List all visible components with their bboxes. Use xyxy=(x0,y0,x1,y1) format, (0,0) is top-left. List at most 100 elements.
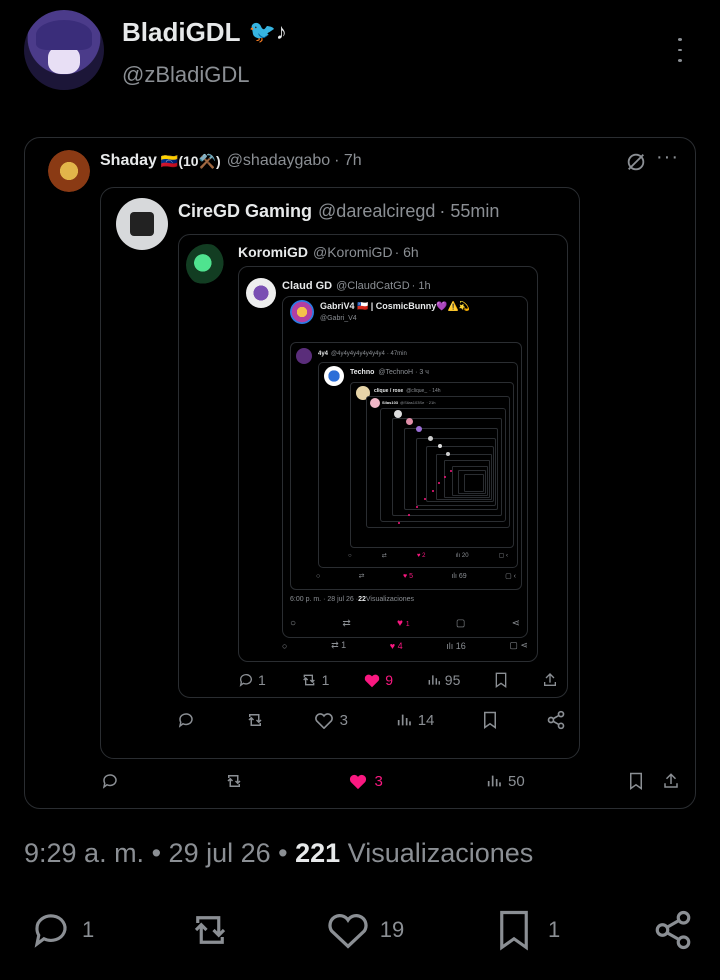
author-avatar[interactable] xyxy=(24,10,104,90)
heart-icon[interactable]: ♥ 4 xyxy=(390,641,403,651)
quote1-handle[interactable]: @shadaygabo xyxy=(227,152,330,170)
quote8-name[interactable]: clique / rose xyxy=(374,388,403,394)
quote8-handle[interactable]: @clique_ xyxy=(406,388,427,394)
quote5-handle[interactable]: @Gabri_V4 xyxy=(320,315,357,322)
quote7-handle[interactable]: @TechnoH xyxy=(378,369,413,376)
views-icon[interactable]: ılı 16 xyxy=(446,641,466,651)
more-horizontal-icon[interactable]: ··· xyxy=(656,146,679,169)
heart-icon[interactable]: ♥ 5 xyxy=(403,573,413,580)
quote4-avatar[interactable] xyxy=(246,278,276,308)
repost-icon[interactable]: ⇄ xyxy=(359,572,365,580)
reply-icon[interactable]: ○ xyxy=(290,618,296,629)
quote6-name[interactable]: 4y4 xyxy=(318,351,328,357)
post-views-label[interactable]: Visualizaciones xyxy=(340,838,534,869)
views-icon[interactable]: 14 xyxy=(396,712,434,729)
heart-icon[interactable]: 9 xyxy=(363,672,393,688)
bookmark-icon[interactable] xyxy=(628,772,644,790)
quote3-name[interactable]: KoromiGD xyxy=(238,244,308,260)
q2-actions: 3 14 xyxy=(176,710,566,730)
quote4-time: · 1h xyxy=(411,280,431,292)
bookmark-icon[interactable] xyxy=(482,711,498,729)
quote2-handle[interactable]: @darealciregd xyxy=(318,201,435,222)
main-like-button[interactable]: 19 xyxy=(326,910,404,950)
main-share-button[interactable] xyxy=(652,909,694,951)
views-icon[interactable]: 95 xyxy=(427,672,460,688)
quote4-name[interactable]: Claud GD xyxy=(282,280,332,292)
repost-icon[interactable] xyxy=(223,772,245,790)
quote9-avatar[interactable] xyxy=(370,398,380,408)
quote9-handle[interactable]: @Silas103Se xyxy=(400,400,424,405)
quote2-avatar[interactable] xyxy=(116,198,168,250)
heart-icon[interactable]: 3 xyxy=(314,711,348,729)
q3-actions: 1 1 9 95 xyxy=(238,672,558,688)
q7-likes: 2 xyxy=(422,552,426,559)
reply-icon[interactable] xyxy=(100,772,120,790)
quote5-name[interactable]: GabriV4 🇨🇱 | CosmicBunny💜⚠️💫 xyxy=(320,301,470,312)
bookmark-icon[interactable]: ▢ ‹ xyxy=(505,572,516,580)
reply-icon[interactable] xyxy=(176,711,196,729)
post-views-count[interactable]: 221 xyxy=(295,838,340,869)
quote1-name[interactable]: Shaday xyxy=(100,152,157,170)
q4-likes: 4 xyxy=(397,640,403,651)
author-name[interactable]: BladiGDL xyxy=(122,17,240,48)
quote2-more-icon[interactable] xyxy=(550,202,561,219)
quote2-name[interactable]: CireGD Gaming xyxy=(178,201,312,222)
q4-reposts: 1 xyxy=(341,640,347,650)
quote7-time: · 3 ч xyxy=(415,368,429,376)
q5-likes: 1 xyxy=(405,621,410,628)
quote1-avatar[interactable] xyxy=(48,150,90,192)
repost-icon[interactable]: ⇄ xyxy=(342,618,350,629)
views-icon[interactable]: ılı 69 xyxy=(451,573,466,580)
repost-icon[interactable]: 1 xyxy=(300,672,329,688)
quote6-avatar[interactable] xyxy=(296,348,312,364)
share-icon[interactable] xyxy=(662,772,680,790)
quote9-time: · 21h xyxy=(426,399,436,405)
quote1-time: · 7h xyxy=(334,152,362,169)
quote3-handle[interactable]: @KoromiGD xyxy=(313,244,393,260)
views-icon[interactable]: 50 xyxy=(486,773,525,790)
repost-icon[interactable]: ⇄ 1 xyxy=(331,640,346,651)
quote6-handle[interactable]: @4y4y4y4y4y4y4y4 xyxy=(331,351,385,357)
reply-icon[interactable]: ○ xyxy=(316,573,320,580)
bookmark-icon[interactable]: ▢ ⋖ xyxy=(509,640,528,651)
bookmark-icon[interactable]: ▢ ‹ xyxy=(499,552,508,559)
reply-icon[interactable]: ○ xyxy=(282,641,287,651)
main-bookmarks-count: 1 xyxy=(547,917,561,942)
quote9-name[interactable]: Silas103 xyxy=(382,400,398,405)
share-icon[interactable] xyxy=(542,672,558,688)
heart-icon[interactable]: ♥ 2 xyxy=(417,553,426,559)
author-handle[interactable]: @zBladiGDL xyxy=(122,62,250,88)
bookmark-icon[interactable]: ▢ xyxy=(456,618,465,629)
main-likes-count: 19 xyxy=(379,917,405,942)
repost-icon[interactable] xyxy=(244,711,266,729)
share-icon[interactable] xyxy=(546,710,566,730)
quote3-avatar[interactable] xyxy=(186,244,228,286)
quote7-avatar[interactable] xyxy=(324,366,344,386)
grok-icon[interactable] xyxy=(624,150,648,174)
heart-icon[interactable]: ♥ 1 xyxy=(397,618,410,629)
main-repost-button[interactable] xyxy=(186,909,234,951)
views-icon[interactable]: ılı 20 xyxy=(456,553,469,559)
share-icon[interactable]: ⋖ xyxy=(512,618,520,629)
q1-views: 50 xyxy=(508,772,525,790)
q7-views: 20 xyxy=(461,552,469,559)
avatar-hair xyxy=(36,20,92,50)
post-meta: 9:29 a. m. • 29 jul 26 • 221 Visualizaci… xyxy=(24,836,533,870)
reply-icon[interactable]: ○ xyxy=(348,553,352,559)
heart-icon[interactable]: 3 xyxy=(348,772,383,790)
quote4-handle[interactable]: @ClaudCatGD xyxy=(336,280,410,292)
q3-likes: 9 xyxy=(385,672,393,688)
inner-views-count: 22 xyxy=(358,596,366,603)
bookmark-icon[interactable] xyxy=(494,672,508,688)
quote7-name[interactable]: Techno xyxy=(350,369,374,376)
quote-card-silas[interactable] xyxy=(366,396,510,528)
repost-icon[interactable]: ⇄ xyxy=(382,552,387,559)
bookmark-share-group xyxy=(628,772,680,790)
main-bookmark-button[interactable]: 1 xyxy=(496,909,560,951)
quote5-avatar[interactable] xyxy=(290,300,314,324)
main-reply-button[interactable]: 1 xyxy=(30,909,94,951)
main-action-bar: 1 19 1 xyxy=(30,906,694,954)
more-vertical-icon[interactable] xyxy=(670,34,690,66)
reply-icon[interactable]: 1 xyxy=(238,672,266,688)
post-time: 9:29 a. m. xyxy=(24,837,145,868)
